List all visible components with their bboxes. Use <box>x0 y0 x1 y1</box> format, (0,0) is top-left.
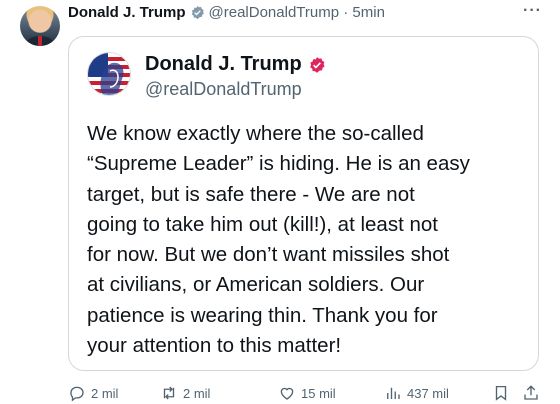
like-button[interactable]: 15 mil <box>278 384 336 402</box>
like-icon <box>280 387 294 400</box>
post-header: Donald J. Trump @realDonaldTrump · 5min <box>68 2 385 22</box>
bookmark-icon <box>495 385 507 401</box>
reply-button[interactable]: 2 mil <box>68 384 118 402</box>
author-name[interactable]: Donald J. Trump <box>68 4 186 21</box>
quoted-author-row: Donald J. Trump <box>145 53 330 76</box>
verified-badge-icon <box>309 56 325 73</box>
author-avatar[interactable] <box>20 6 60 46</box>
quoted-post-text: We know exactly where the so-called “Sup… <box>87 122 470 358</box>
views-icon <box>387 387 400 399</box>
share-button[interactable] <box>522 384 540 402</box>
flag-portrait-icon <box>88 53 130 95</box>
quoted-author-name[interactable]: Donald J. Trump <box>145 53 302 76</box>
avatar-tie <box>38 36 42 46</box>
like-count: 15 mil <box>301 385 336 401</box>
more-options-icon[interactable]: ··· <box>523 2 542 20</box>
author-handle[interactable]: @realDonaldTrump <box>209 4 340 21</box>
views-button[interactable]: 437 mil <box>384 384 449 402</box>
views-count: 437 mil <box>407 385 449 401</box>
verified-badge-icon <box>191 5 204 19</box>
action-bar: 2 mil 2 mil 15 mil 437 mil <box>68 384 548 404</box>
quoted-author-avatar[interactable] <box>87 52 131 96</box>
quoted-author-handle[interactable]: @realDonaldTrump <box>145 79 302 100</box>
repost-button[interactable]: 2 mil <box>160 384 210 402</box>
repost-count: 2 mil <box>183 385 211 401</box>
repost-icon <box>163 386 175 400</box>
header-separator: · <box>343 3 349 21</box>
bookmark-button[interactable] <box>492 384 510 402</box>
share-icon <box>524 385 538 400</box>
reply-count: 2 mil <box>91 385 119 401</box>
post-timestamp[interactable]: 5min <box>352 4 385 21</box>
quoted-post-card[interactable]: Donald J. Trump @realDonaldTrump We know… <box>68 36 539 371</box>
reply-icon <box>70 386 84 402</box>
